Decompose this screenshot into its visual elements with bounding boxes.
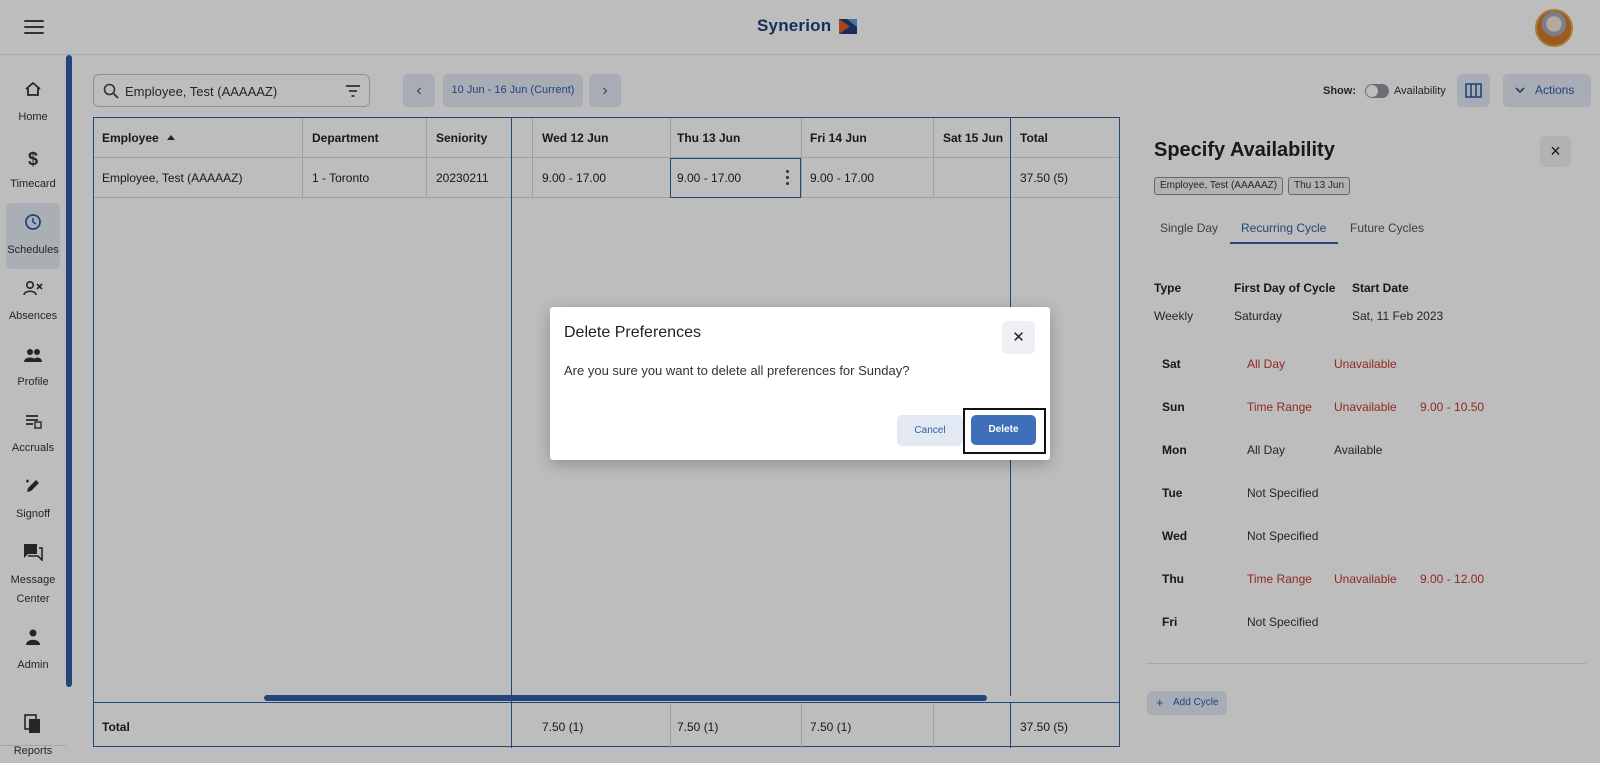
delete-button[interactable]: Delete [971,415,1036,445]
dialog-message: Are you sure you want to delete all pref… [564,363,910,378]
dialog-close-button[interactable]: ✕ [1002,321,1035,354]
close-icon: ✕ [1012,329,1025,346]
cancel-button[interactable]: Cancel [897,415,963,446]
delete-preferences-dialog: Delete Preferences ✕ Are you sure you wa… [550,307,1050,460]
dialog-title: Delete Preferences [564,324,701,341]
